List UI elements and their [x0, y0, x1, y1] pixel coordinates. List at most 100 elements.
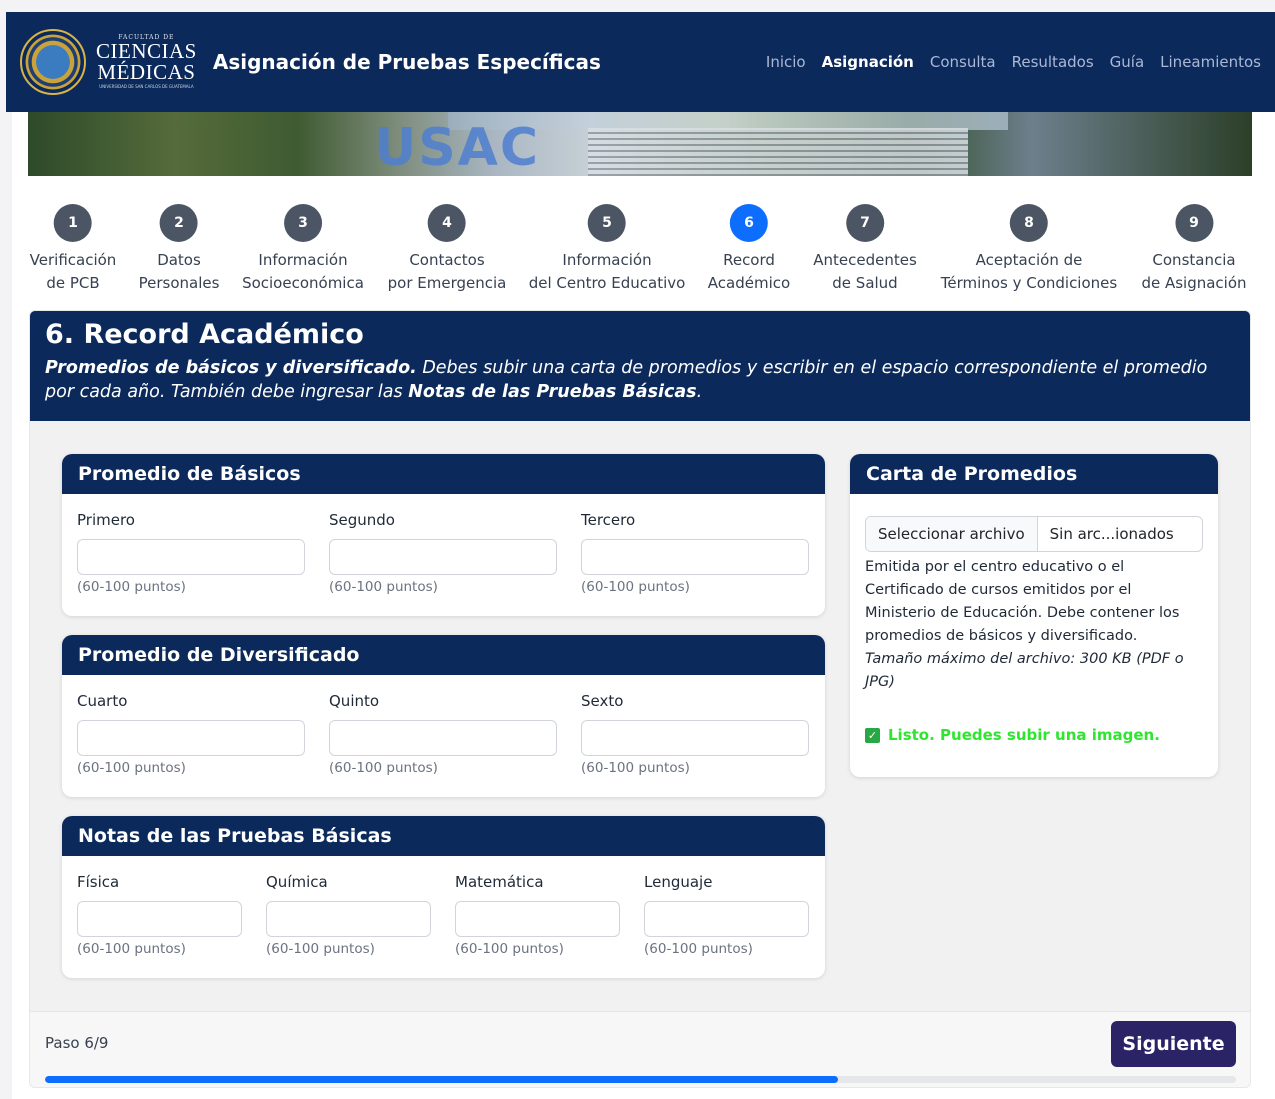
step-3: 3 Información Socioeconómica [242, 204, 364, 295]
step-number: 8 [1010, 204, 1048, 242]
nav-link-resultados[interactable]: Resultados [1012, 53, 1094, 71]
app-title: Asignación de Pruebas Específicas [212, 50, 601, 74]
tercero-input[interactable] [581, 539, 809, 575]
field-hint: (60-100 puntos) [77, 760, 186, 776]
carta-description: Emitida por el centro educativo o el Cer… [865, 559, 1180, 644]
lenguaje-input[interactable] [644, 901, 809, 937]
field-matematica: Matemática (60-100 puntos) [455, 873, 620, 957]
nav-link-lineamientos[interactable]: Lineamientos [1160, 53, 1261, 71]
step-label: Contactos por Emergencia [387, 251, 507, 292]
section-title: Carta de Promedios [850, 454, 1218, 494]
step-label: Verificación de PCB [29, 251, 117, 292]
carta-body: Seleccionar archivo Sin arc...ionados Em… [850, 494, 1218, 744]
page-title: 6. Record Académico [45, 319, 364, 350]
field-segundo: Segundo (60-100 puntos) [329, 511, 557, 595]
page-description: Promedios de básicos y diversificado. De… [45, 358, 1208, 402]
step-counter: Paso 6/9 [45, 1034, 109, 1052]
field-label: Matemática [455, 873, 544, 891]
logo-line2: MÉDICAS [97, 60, 196, 84]
field-label: Sexto [581, 692, 624, 710]
nav-link-consulta[interactable]: Consulta [930, 53, 996, 71]
step-number: 4 [428, 204, 466, 242]
step-label: Aceptación de Términos y Condiciones [940, 251, 1118, 292]
field-hint: (60-100 puntos) [329, 579, 438, 595]
next-button[interactable]: Siguiente [1111, 1021, 1236, 1067]
selected-file-name: Sin arc...ionados [1049, 525, 1174, 543]
quinto-input[interactable] [329, 720, 557, 756]
faculty-seal-logo [20, 29, 86, 95]
step-6-active: 6 Record Académico [708, 204, 790, 295]
field-label: Segundo [329, 511, 395, 529]
select-file-button[interactable]: Seleccionar archivo [866, 517, 1038, 551]
field-quimica: Química (60-100 puntos) [266, 873, 431, 957]
step-label: Antecedentes de Salud [813, 251, 917, 292]
progress-bar-fill [45, 1076, 839, 1083]
step-7: 7 Antecedentes de Salud [813, 204, 917, 295]
step-number: 2 [160, 204, 198, 242]
field-hint: (60-100 puntos) [329, 760, 438, 776]
field-hint: (60-100 puntos) [581, 579, 690, 595]
banner-usac-text: USAC [374, 118, 541, 176]
checkbox-checked-icon: ✓ [865, 727, 880, 743]
card-header: 6. Record Académico Promedios de básicos… [30, 311, 1250, 421]
quimica-input[interactable] [266, 901, 431, 937]
upload-status-text: Listo. Puedes subir una imagen. [888, 726, 1160, 744]
field-label: Primero [77, 511, 135, 529]
file-upload-input[interactable]: Seleccionar archivo Sin arc...ionados [865, 516, 1203, 552]
field-label: Tercero [581, 511, 636, 529]
field-hint: (60-100 puntos) [581, 760, 690, 776]
step-number: 7 [845, 204, 884, 242]
top-navbar: FACULTAD DE CIENCIAS MÉDICAS UNIVERSIDAD… [6, 12, 1275, 112]
field-hint: (60-100 puntos) [644, 941, 753, 957]
step-label: Record Académico [707, 251, 791, 292]
section-title: Promedio de Diversificado [62, 635, 825, 675]
section-title: Notas de las Pruebas Básicas [62, 816, 825, 856]
sexto-input[interactable] [581, 720, 809, 756]
field-cuarto: Cuarto (60-100 puntos) [77, 692, 305, 776]
step-number: 9 [1175, 204, 1213, 242]
step-9: 9 Constancia de Asignación [1141, 204, 1247, 295]
carta-promedios-section: Carta de Promedios Seleccionar archivo S… [850, 454, 1218, 777]
field-hint: (60-100 puntos) [455, 941, 564, 957]
step-8: 8 Aceptación de Términos y Condiciones [941, 204, 1117, 295]
step-number: 3 [283, 204, 322, 242]
basicos-section: Promedio de Básicos Primero (60-100 punt… [62, 454, 825, 616]
field-hint: (60-100 puntos) [266, 941, 375, 957]
nav-link-guia[interactable]: Guía [1110, 53, 1145, 71]
field-hint: (60-100 puntos) [77, 941, 186, 957]
field-hint: (60-100 puntos) [77, 579, 186, 595]
nav-link-asignacion[interactable]: Asignación [822, 53, 914, 71]
matematica-input[interactable] [455, 901, 620, 937]
primero-input[interactable] [77, 539, 305, 575]
field-lenguaje: Lenguaje (60-100 puntos) [644, 873, 809, 957]
brand-logo-text: FACULTAD DE CIENCIAS MÉDICAS UNIVERSIDAD… [96, 35, 197, 89]
segundo-input[interactable] [329, 539, 557, 575]
step-label: Información Socioeconómica [242, 251, 364, 292]
progress-stepper: 1 Verificación de PCB 2 Datos Personales 3… [0, 204, 1275, 304]
field-label: Quinto [329, 692, 380, 710]
cuarto-input[interactable] [77, 720, 305, 756]
logo-line1: CIENCIAS [96, 39, 197, 63]
nav-links: Inicio Asignación Consulta Resultados Gu… [766, 53, 1261, 71]
field-primero: Primero (60-100 puntos) [77, 511, 305, 595]
step-1: 1 Verificación de PCB [29, 204, 117, 295]
field-label: Física [77, 873, 120, 891]
step-5: 5 Información del Centro Educativo [528, 204, 686, 295]
step-2: 2 Datos Personales [139, 204, 219, 295]
step-4: 4 Contactos por Emergencia [387, 204, 507, 295]
brand[interactable]: FACULTAD DE CIENCIAS MÉDICAS UNIVERSIDAD… [20, 29, 197, 95]
campus-banner-image: USAC [28, 112, 1252, 176]
field-label: Química [266, 873, 328, 891]
record-academico-card: 6. Record Académico Promedios de básicos… [29, 310, 1251, 1088]
field-tercero: Tercero (60-100 puntos) [581, 511, 809, 595]
field-quinto: Quinto (60-100 puntos) [329, 692, 557, 776]
logo-tiny-text: UNIVERSIDAD DE SAN CARLOS DE GUATEMALA [99, 84, 194, 89]
field-label: Cuarto [77, 692, 128, 710]
section-title: Promedio de Básicos [62, 454, 825, 494]
step-label: Información del Centro Educativo [528, 251, 686, 292]
fisica-input[interactable] [77, 901, 242, 937]
banner-stairs [588, 128, 968, 176]
nav-link-inicio[interactable]: Inicio [766, 53, 806, 71]
file-size-note: Tamaño máximo del archivo: 300 KB (PDF o… [865, 651, 1184, 690]
pruebas-basicas-section: Notas de las Pruebas Básicas Física (60-… [62, 816, 825, 978]
